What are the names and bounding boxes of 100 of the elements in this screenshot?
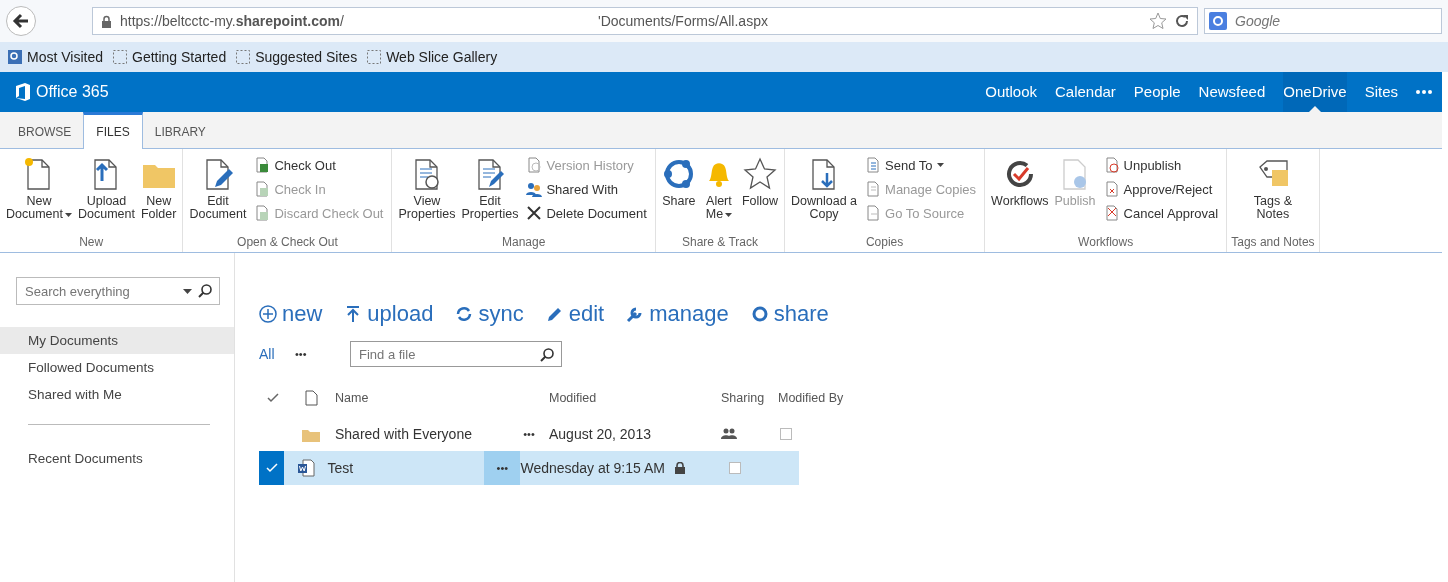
add-icon	[259, 305, 277, 323]
file-name-link[interactable]: Shared with Everyone	[335, 426, 509, 442]
ribbon-button[interactable]: Edit Document	[187, 153, 249, 235]
bookmark-icon	[8, 50, 22, 64]
people-icon	[526, 181, 543, 197]
modified-cell-text: August 20, 2013	[549, 426, 652, 442]
check-in-icon	[254, 181, 271, 197]
command-link[interactable]: sync	[455, 301, 524, 327]
reload-icon[interactable]	[1175, 14, 1189, 28]
group-label: Workflows	[1078, 235, 1134, 251]
bookmark-link[interactable]: Web Slice Gallery	[367, 49, 498, 65]
command-link[interactable]: edit	[545, 301, 605, 327]
ribbon-button[interactable]: Check Out	[250, 157, 388, 173]
ribbon-button[interactable]: Alert Me	[699, 153, 738, 235]
command-link[interactable]: new	[259, 301, 323, 327]
ribbon-button[interactable]: Edit Properties	[459, 153, 521, 235]
caret-icon	[936, 163, 944, 167]
view-link[interactable]: All	[259, 346, 295, 362]
more-button[interactable]: •••	[484, 451, 521, 485]
word-document-icon	[296, 459, 315, 477]
go-to-source-icon	[865, 205, 882, 221]
star-icon	[742, 157, 777, 191]
ribbon-button[interactable]: Tags & Notes	[1251, 153, 1294, 235]
column-header[interactable]: Modified By	[778, 391, 858, 405]
column-header[interactable]: Sharing	[721, 391, 778, 405]
suite-link[interactable]: OneDrive	[1283, 72, 1347, 112]
column-header[interactable]: Modified	[549, 391, 721, 405]
table-row[interactable]: Test ••• Wednesday at 9:15 AM	[259, 451, 799, 485]
search-icon	[198, 284, 212, 298]
search-field[interactable]: Search everything	[16, 277, 220, 305]
caret-icon	[65, 212, 72, 217]
search-engine-icon	[1209, 12, 1227, 30]
cancel-icon	[1103, 205, 1120, 221]
ribbon-button[interactable]: Send To	[861, 157, 981, 173]
ribbon-button[interactable]: Upload Document	[76, 153, 137, 235]
more-button[interactable]: •••	[509, 417, 549, 451]
ribbon-button[interactable]: Share	[659, 153, 698, 235]
version-history-icon	[526, 157, 543, 173]
unpublish-icon	[1103, 157, 1120, 173]
suite-link[interactable]: People	[1133, 72, 1181, 112]
ribbon-button[interactable]: Cancel Approval	[1099, 205, 1223, 221]
ribbon-button[interactable]: Approve/Reject	[1099, 181, 1223, 197]
command-link[interactable]: share	[750, 301, 829, 327]
share-icon	[661, 157, 696, 191]
pencil-icon	[545, 305, 564, 323]
back-button[interactable]	[6, 6, 36, 36]
suite-link[interactable]: Sites	[1364, 72, 1398, 112]
group-label: Tags and Notes	[1231, 235, 1315, 251]
ribbon-button[interactable]: Download a Copy	[789, 153, 860, 235]
group-label: New	[79, 235, 104, 251]
command-link[interactable]: manage	[626, 301, 729, 327]
suite-link[interactable]: Outlook	[985, 72, 1037, 112]
url-text: 'Documents/Forms/All.aspx	[598, 13, 768, 29]
bookmark-link[interactable]: Getting Started	[113, 49, 227, 65]
office-logo[interactable]: Office 365	[16, 83, 109, 101]
checkmark-icon[interactable]	[267, 393, 279, 403]
column-header[interactable]: Name	[335, 391, 509, 405]
ribbon-button[interactable]: Follow	[739, 153, 781, 235]
table-row[interactable]: Shared with Everyone ••• August 20, 2013	[259, 417, 859, 451]
share-icon	[750, 305, 769, 323]
discard-icon	[254, 205, 271, 221]
ribbon-button[interactable]: New Document	[4, 153, 74, 235]
suite-link[interactable]: Calendar	[1055, 72, 1116, 112]
ribbon-button[interactable]: Shared With	[522, 181, 651, 197]
search-field[interactable]: Google	[1204, 8, 1442, 34]
bookmark-link[interactable]: Suggested Sites	[236, 49, 358, 65]
close-icon	[526, 205, 543, 221]
command-link[interactable]: upload	[344, 301, 434, 327]
group-label: Copies	[865, 235, 904, 251]
nav-link[interactable]: My Documents	[0, 327, 234, 354]
sync-icon	[455, 305, 474, 323]
ribbon-button[interactable]: Delete Document	[522, 205, 651, 221]
back-arrow-icon	[12, 12, 30, 30]
ribbon-button[interactable]: View Properties	[396, 153, 458, 235]
ribbon-tab[interactable]: BROWSE	[6, 115, 84, 148]
ribbon-tab[interactable]: FILES	[83, 112, 143, 149]
checkbox[interactable]	[780, 428, 792, 440]
bookmark-link[interactable]: Most Visited	[8, 49, 103, 65]
search-field[interactable]: Find a file	[350, 341, 562, 367]
web-slice-icon	[367, 50, 382, 64]
file-name-link[interactable]: Test	[327, 460, 485, 476]
nav-link[interactable]: Shared with Me	[0, 381, 234, 408]
send-to-icon	[865, 157, 882, 173]
ribbon-button[interactable]: New Folder	[138, 153, 179, 235]
nav-link[interactable]: Followed Documents	[0, 354, 234, 381]
group-label: Manage	[502, 235, 546, 251]
star-icon[interactable]	[1149, 12, 1167, 30]
caret-icon	[183, 289, 192, 294]
ribbon-tab[interactable]: LIBRARY	[142, 115, 218, 148]
search-icon	[540, 348, 554, 362]
group-label: Open & Check Out	[237, 235, 338, 251]
more-button[interactable]: •••	[295, 348, 350, 360]
ribbon-button[interactable]: Workflows	[989, 153, 1051, 235]
address-bar[interactable]: https://beltcctc-my.sharepoint.com/ 'Documents/Forms/All.aspx	[92, 7, 1198, 35]
more-icon[interactable]	[1416, 90, 1432, 94]
checkbox[interactable]	[728, 462, 741, 474]
suite-link[interactable]: Newsfeed	[1198, 72, 1266, 112]
nav-heading[interactable]: Recent Documents	[0, 445, 234, 472]
approve-icon	[1103, 181, 1120, 197]
ribbon-button[interactable]: Unpublish	[1099, 157, 1223, 173]
